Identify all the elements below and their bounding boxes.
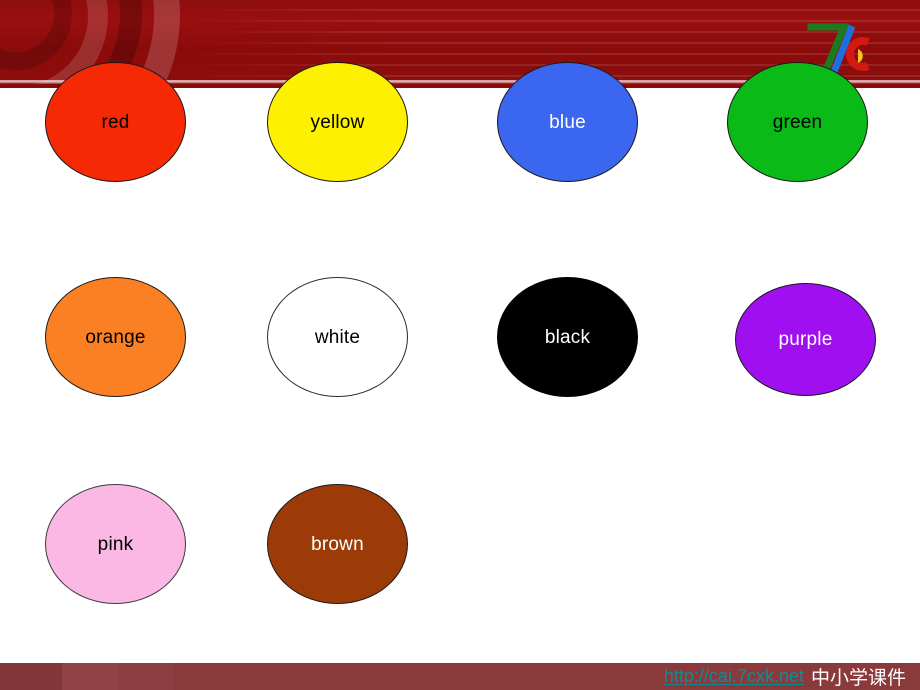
- footer-site-name: 中小学课件: [810, 667, 906, 689]
- footer-tint-block-2: [62, 663, 118, 690]
- color-bubble-label: yellow: [310, 111, 365, 133]
- color-bubble-brown[interactable]: brown: [267, 484, 408, 604]
- slide-canvas: red yellow blue green orange white black purple…: [0, 0, 920, 690]
- color-bubble-label: blue: [549, 111, 586, 133]
- color-bubble-label: purple: [778, 329, 833, 350]
- color-bubble-red[interactable]: red: [45, 62, 186, 182]
- color-bubble-label: black: [544, 326, 591, 348]
- color-bubble-label: green: [772, 111, 823, 133]
- color-bubble-label: white: [314, 326, 361, 348]
- color-bubble-orange[interactable]: orange: [45, 277, 186, 397]
- color-bubble-green[interactable]: green: [727, 62, 868, 182]
- color-bubble-black[interactable]: black: [497, 277, 638, 397]
- footer-text-group: http://cai.7cxk.net 中小学课件: [664, 663, 906, 690]
- color-bubble-blue[interactable]: blue: [497, 62, 638, 182]
- footer-tint-block-3: [118, 663, 174, 690]
- color-bubble-label: brown: [311, 533, 364, 555]
- color-bubble-white[interactable]: white: [267, 277, 408, 397]
- color-bubble-pink[interactable]: pink: [45, 484, 186, 604]
- color-bubble-label: orange: [85, 326, 146, 348]
- footer-tint-block-1: [0, 663, 62, 690]
- footer-url-link[interactable]: http://cai.7cxk.net: [664, 666, 804, 687]
- footer-bar: http://cai.7cxk.net 中小学课件: [0, 663, 920, 690]
- color-bubble-label: red: [101, 111, 130, 133]
- color-bubble-yellow[interactable]: yellow: [267, 62, 408, 182]
- color-bubble-label: pink: [97, 533, 134, 555]
- color-bubble-purple[interactable]: purple: [735, 283, 876, 396]
